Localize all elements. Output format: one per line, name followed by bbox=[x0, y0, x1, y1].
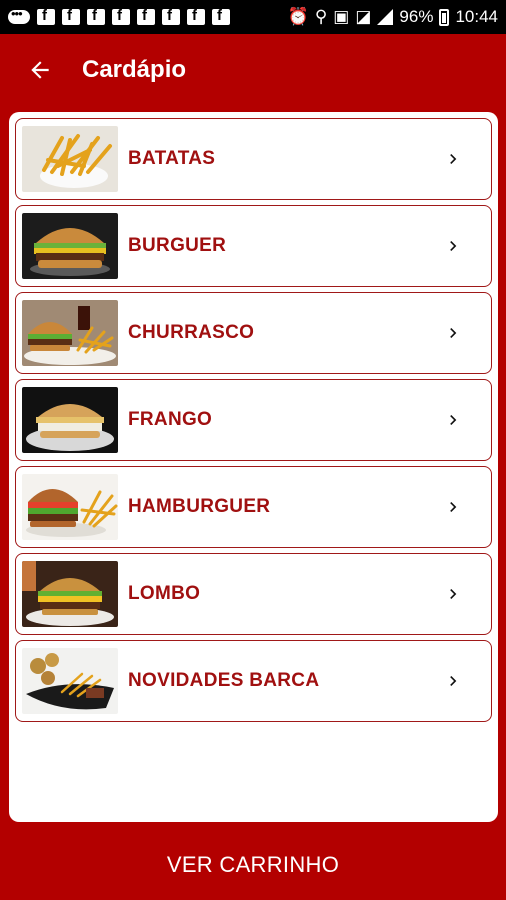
message-icon bbox=[8, 6, 30, 24]
category-item-frango[interactable]: FRANGO bbox=[15, 379, 492, 461]
chevron-right-icon bbox=[450, 328, 457, 338]
facebook-icon bbox=[62, 7, 80, 25]
chicken-sandwich-photo bbox=[22, 387, 118, 453]
burger-photo bbox=[22, 213, 118, 279]
category-item-burguer[interactable]: BURGUER bbox=[15, 205, 492, 287]
category-label: LOMBO bbox=[128, 583, 201, 604]
view-cart-button[interactable]: VER CARRINHO bbox=[0, 830, 506, 900]
status-bar: ⏰ ⚲ ▣ ◪ 96% 10:44 bbox=[0, 0, 506, 34]
chevron-right-icon bbox=[450, 589, 457, 599]
category-label: BATATAS bbox=[128, 148, 216, 169]
chevron-right-icon bbox=[450, 676, 457, 686]
facebook-icon bbox=[137, 7, 155, 25]
facebook-icon bbox=[37, 7, 55, 25]
category-label: BURGUER bbox=[128, 235, 227, 256]
category-label: CHURRASCO bbox=[128, 322, 255, 343]
hamburger-photo bbox=[22, 474, 118, 540]
facebook-icon bbox=[212, 7, 230, 25]
battery-icon bbox=[439, 8, 450, 26]
category-label: HAMBURGUER bbox=[128, 496, 271, 517]
battery-percent: 96% bbox=[399, 7, 434, 26]
app-header: Cardápio bbox=[0, 34, 506, 106]
nfc-icon: ▣ bbox=[333, 7, 350, 26]
category-label: NOVIDADES BARCA bbox=[128, 670, 320, 691]
facebook-icon bbox=[112, 7, 130, 25]
back-button[interactable] bbox=[20, 50, 60, 90]
facebook-icon bbox=[87, 7, 105, 25]
category-item-batatas[interactable]: BATATAS bbox=[15, 118, 492, 200]
barca-photo bbox=[22, 648, 118, 714]
no-sim-icon: ◪ bbox=[355, 7, 372, 26]
lombo-photo bbox=[22, 561, 118, 627]
category-label: FRANGO bbox=[128, 409, 213, 430]
category-item-churrasco[interactable]: CHURRASCO bbox=[15, 292, 492, 374]
burger-fries-photo bbox=[22, 300, 118, 366]
alarm-icon: ⏰ bbox=[287, 7, 309, 26]
wifi-icon: ⚲ bbox=[314, 7, 328, 26]
signal-icon bbox=[377, 9, 394, 25]
chevron-right-icon bbox=[450, 415, 457, 425]
fries-photo bbox=[22, 126, 118, 192]
clock: 10:44 bbox=[455, 7, 498, 26]
category-item-hamburguer[interactable]: HAMBURGUER bbox=[15, 466, 492, 548]
chevron-right-icon bbox=[450, 502, 457, 512]
arrow-left-icon bbox=[31, 61, 49, 79]
menu-card: BATATAS BURGUER CHURRASCO FRANGO HAMBURG… bbox=[9, 112, 498, 822]
facebook-icon bbox=[162, 7, 180, 25]
chevron-right-icon bbox=[450, 154, 457, 164]
facebook-icon bbox=[187, 7, 205, 25]
chevron-right-icon bbox=[450, 241, 457, 251]
category-item-novidades-barca[interactable]: NOVIDADES BARCA bbox=[15, 640, 492, 722]
category-item-lombo[interactable]: LOMBO bbox=[15, 553, 492, 635]
page-title: Cardápio bbox=[82, 56, 187, 83]
